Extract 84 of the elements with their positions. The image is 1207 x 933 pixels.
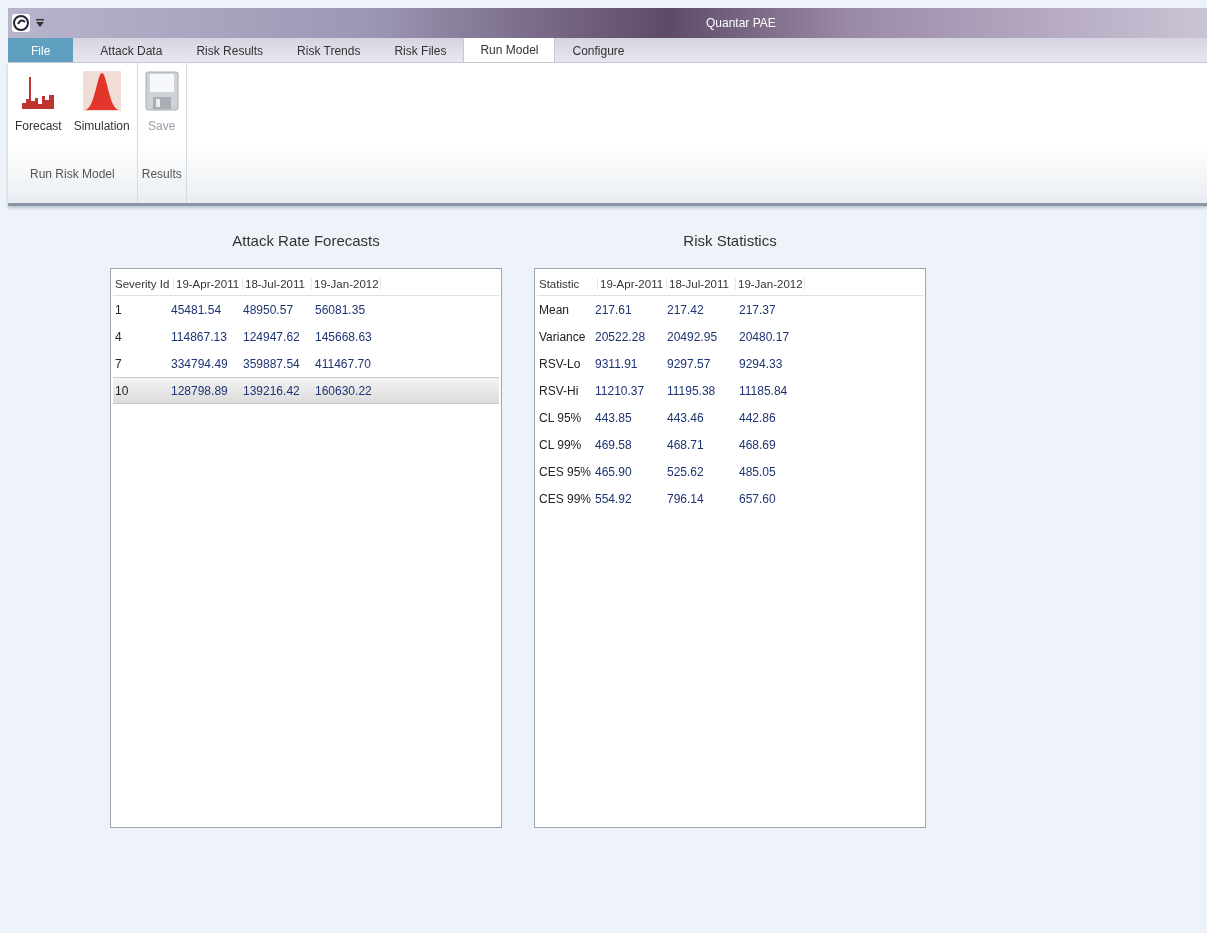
- ribbon-tab[interactable]: Risk Trends: [280, 38, 378, 62]
- table-row[interactable]: CES 95% 465.90 525.62 485.05: [537, 458, 923, 485]
- table-cell-text: 334794.49: [170, 356, 229, 371]
- table-cell-text: CL 99%: [538, 437, 583, 452]
- table-cell-text: 11195.38: [666, 383, 717, 398]
- table-cell-text: 145668.63: [314, 329, 373, 344]
- ribbon-tab[interactable]: Run Model: [463, 36, 556, 62]
- column-header[interactable]: 18-Jul-2011: [667, 278, 736, 290]
- bell-curve-icon: [82, 71, 121, 111]
- table-cell-text: 45481.54: [170, 302, 223, 317]
- table-cell-text: 525.62: [666, 464, 705, 479]
- table-row[interactable]: 1 45481.54 48950.57 56081.35: [113, 296, 499, 323]
- ribbon-tab[interactable]: Attack Data: [83, 38, 180, 62]
- table-cell-text: 657.60: [738, 491, 777, 506]
- table-row[interactable]: 10 128798.89 139216.42 160630.22: [113, 377, 499, 404]
- panel-title: Risk Statistics: [683, 232, 777, 249]
- table-row[interactable]: Mean 217.61 217.42 217.37: [537, 296, 923, 323]
- table-cell-text: 128798.89: [170, 383, 229, 398]
- table-cell-text: 160630.22: [314, 383, 373, 398]
- column-header[interactable]: Statistic: [537, 278, 598, 290]
- table-cell-text: 442.86: [738, 410, 777, 425]
- table-cell-text: 4: [114, 329, 123, 344]
- group-label: Run Risk Model: [30, 167, 115, 181]
- table-cell-text: RSV-Hi: [538, 383, 580, 398]
- column-header[interactable]: 18-Jul-2011: [243, 278, 312, 290]
- table-cell-text: CES 95%: [538, 464, 593, 479]
- ribbon-tab[interactable]: Risk Results: [179, 38, 281, 62]
- table-cell-text: 20522.28: [594, 329, 647, 344]
- table-cell-text: 217.37: [738, 302, 777, 317]
- table-cell-text: 114867.13: [170, 329, 228, 344]
- ribbon-tab[interactable]: Risk Files: [377, 38, 464, 62]
- table-row[interactable]: 7 334794.49 359887.54 411467.70: [113, 350, 499, 377]
- table-cell-text: CL 95%: [538, 410, 583, 425]
- ribbon-tab[interactable]: Configure: [555, 38, 642, 62]
- table-cell-text: 11210.37: [594, 383, 646, 398]
- column-header[interactable]: 19-Apr-2011: [174, 278, 243, 290]
- table-row[interactable]: Variance 20522.28 20492.95 20480.17: [537, 323, 923, 350]
- table-cell-text: 468.71: [666, 437, 705, 452]
- table-cell-text: Mean: [538, 302, 571, 317]
- table-row[interactable]: 4 114867.13 124947.62 145668.63: [113, 323, 499, 350]
- dropdown-arrow-icon[interactable]: [36, 18, 44, 28]
- group-label: Results: [141, 167, 182, 181]
- ribbon-button[interactable]: Simulation: [70, 69, 133, 161]
- table-row[interactable]: CL 95% 443.85 443.46 442.86: [537, 404, 923, 431]
- table-cell-text: 411467.70: [314, 356, 372, 371]
- table-row[interactable]: CL 99% 469.58 468.71 468.69: [537, 431, 923, 458]
- table-cell-text: CES 99%: [538, 491, 593, 506]
- table-cell-text: 20480.17: [738, 329, 791, 344]
- table-cell-text: Variance: [538, 329, 587, 344]
- table-cell-text: 443.46: [666, 410, 705, 425]
- column-header[interactable]: 19-Apr-2011: [598, 278, 667, 290]
- column-header[interactable]: 19-Jan-2012: [736, 278, 805, 290]
- app-logo-icon[interactable]: [12, 14, 30, 32]
- table-cell-text: 124947.62: [242, 329, 301, 344]
- table-cell-text: 554.92: [594, 491, 633, 506]
- table-cell-text: 10: [114, 383, 130, 398]
- window-title: Quantar PAE: [706, 16, 776, 30]
- table-cell-text: 48950.57: [242, 302, 295, 317]
- table-cell-text: 217.61: [594, 302, 633, 317]
- table-row[interactable]: CES 99% 554.92 796.14 657.60: [537, 485, 923, 512]
- table-row[interactable]: RSV-Lo 9311.91 9297.57 9294.33: [537, 350, 923, 377]
- table-cell-text: 359887.54: [242, 356, 301, 371]
- table-cell-text: 9294.33: [738, 356, 784, 371]
- column-header[interactable]: 19-Jan-2012: [312, 278, 381, 290]
- table-cell-text: 56081.35: [314, 302, 367, 317]
- table-cell-text: 7: [114, 356, 123, 371]
- table-cell-text: 796.14: [666, 491, 705, 506]
- table-cell-text: 139216.42: [242, 383, 301, 398]
- table-cell-text: 9311.91: [594, 356, 639, 371]
- table-row[interactable]: RSV-Hi 11210.37 11195.38 11185.84: [537, 377, 923, 404]
- table-cell-text: 443.85: [594, 410, 633, 425]
- column-header[interactable]: Severity Id: [113, 278, 174, 290]
- table-cell-text: 465.90: [594, 464, 633, 479]
- table-cell-text: 1: [114, 302, 123, 317]
- ribbon-button[interactable]: Forecast: [12, 69, 65, 161]
- table-cell-text: 217.42: [666, 302, 705, 317]
- table-cell-text: 20492.95: [666, 329, 719, 344]
- table-cell-text: 468.69: [738, 437, 777, 452]
- table-cell-text: 469.58: [594, 437, 633, 452]
- table-cell-text: 9297.57: [666, 356, 712, 371]
- table-cell-text: RSV-Lo: [538, 356, 582, 371]
- panel-title: Attack Rate Forecasts: [232, 232, 380, 249]
- table-cell-text: 485.05: [738, 464, 777, 479]
- table-cell-text: 11185.84: [738, 383, 789, 398]
